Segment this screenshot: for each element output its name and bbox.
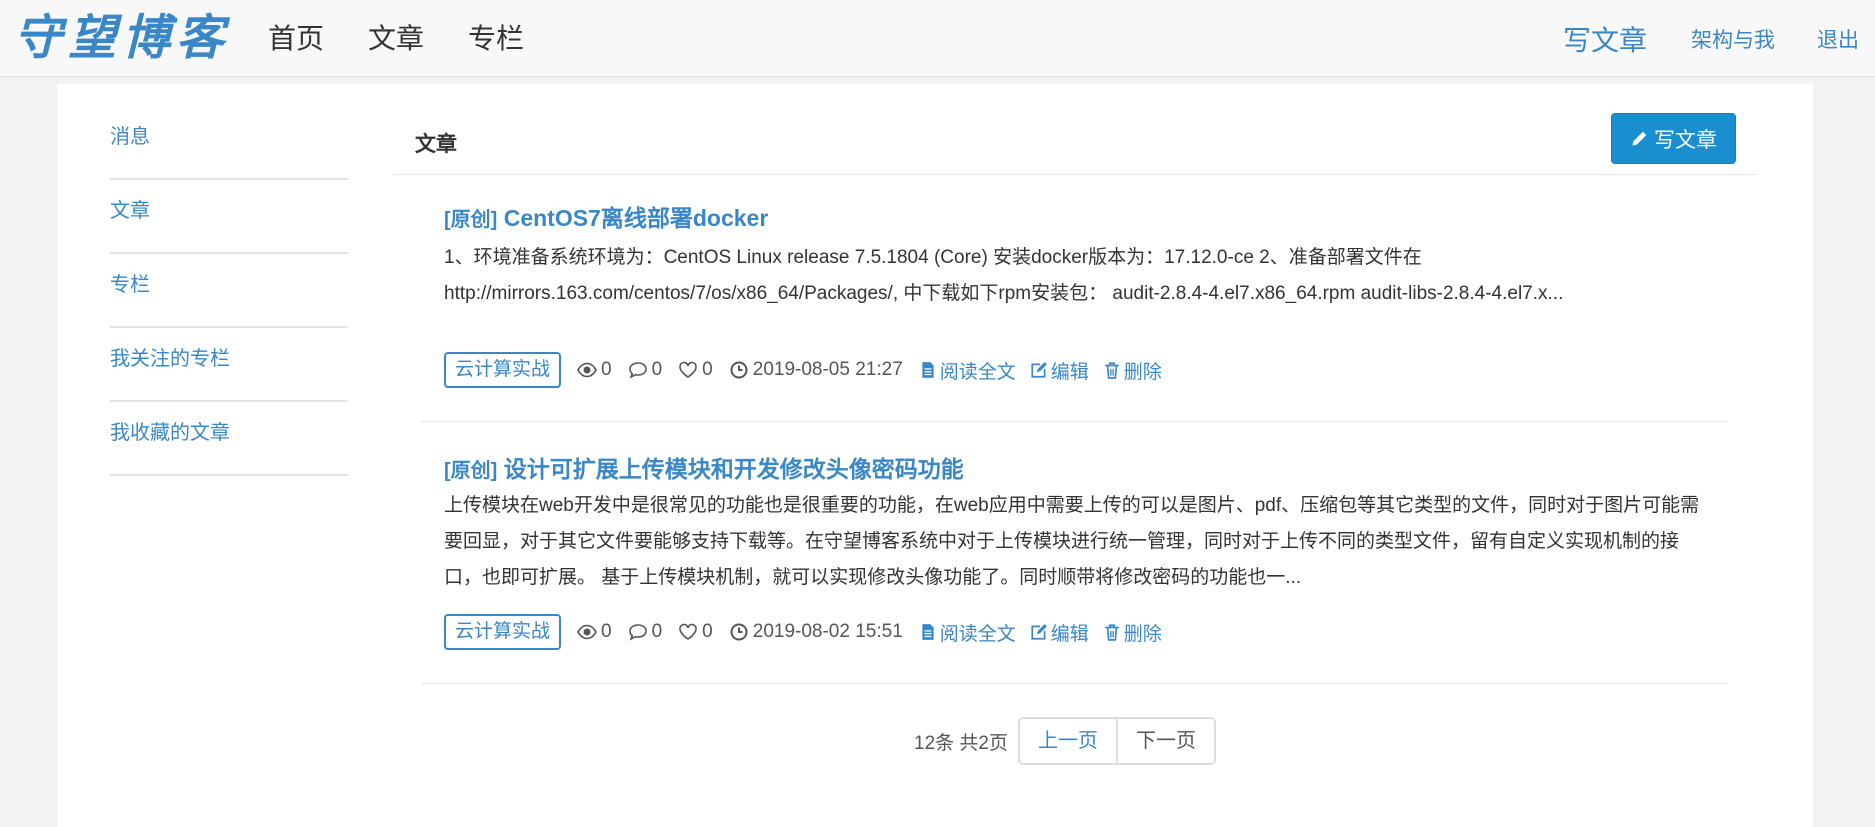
main-header: 文章 写文章: [393, 84, 1757, 175]
clock-icon: [730, 623, 748, 641]
nav-columns[interactable]: 专栏: [446, 0, 546, 77]
nav-user-profile[interactable]: 架构与我: [1691, 24, 1775, 54]
eye-icon: [577, 624, 597, 640]
view-count: 0: [577, 621, 612, 643]
article-title: 设计可扩展上传模块和开发修改头像密码功能: [503, 456, 964, 482]
content-panel: 消息 文章 专栏 我关注的专栏 我收藏的文章 文章 写文章 [原创] CentO…: [57, 84, 1813, 827]
read-full-link[interactable]: 阅读全文: [919, 619, 1016, 646]
top-navbar: 守望博客 首页 文章 专栏 写文章 架构与我 退出: [0, 0, 1875, 77]
column-tag[interactable]: 云计算实战: [444, 352, 562, 388]
sidebar-item-articles[interactable]: 文章: [110, 180, 348, 254]
document-icon: [922, 624, 934, 640]
delete-link[interactable]: 删除: [1103, 357, 1162, 384]
comment-icon: [628, 624, 647, 641]
comment-count: 0: [628, 621, 662, 643]
brand-logo[interactable]: 守望博客: [14, 8, 230, 68]
sidebar-item-favorite-articles[interactable]: 我收藏的文章: [110, 402, 348, 476]
edit-link[interactable]: 编辑: [1030, 357, 1089, 384]
article-item: [原创] 设计可扩展上传模块和开发修改头像密码功能 上传模块在web开发中是很常…: [421, 422, 1728, 684]
write-article-label: 写文章: [1654, 128, 1717, 152]
comment-icon: [628, 362, 647, 379]
document-icon: [922, 362, 934, 378]
nav-articles[interactable]: 文章: [346, 0, 446, 77]
publish-time: 2019-08-05 21:27: [729, 359, 903, 381]
read-full-link[interactable]: 阅读全文: [919, 357, 1016, 384]
original-badge: [原创]: [444, 209, 498, 231]
article-meta: 云计算实战 0 0 0 2019-08-02 15:51 阅读全文 编辑 删除: [444, 614, 1176, 650]
article-item: [原创] CentOS7离线部署docker 1、环境准备系统环境为：CentO…: [421, 175, 1728, 422]
sidebar-item-followed-columns[interactable]: 我关注的专栏: [110, 328, 348, 402]
nav-logout[interactable]: 退出: [1817, 24, 1859, 54]
article-meta: 云计算实战 0 0 0 2019-08-05 21:27 阅读全文 编辑 删除: [444, 352, 1176, 388]
edit-icon: [1031, 362, 1047, 378]
like-count: 0: [678, 621, 713, 643]
sidebar-item-columns[interactable]: 专栏: [110, 254, 348, 328]
edit-icon: [1031, 624, 1047, 640]
nav-write-article[interactable]: 写文章: [1563, 19, 1647, 59]
article-summary: 1、环境准备系统环境为：CentOS Linux release 7.5.180…: [444, 247, 1564, 304]
column-tag[interactable]: 云计算实战: [444, 614, 562, 650]
edit-link[interactable]: 编辑: [1030, 619, 1089, 646]
like-count: 0: [678, 359, 713, 381]
pagination: 12条 共2页 上一页 下一页: [393, 717, 1757, 765]
article-title-link[interactable]: [原创] CentOS7离线部署docker: [444, 199, 768, 233]
comment-count: 0: [628, 359, 662, 381]
sidebar-item-messages[interactable]: 消息: [110, 106, 348, 180]
eye-icon: [577, 362, 597, 378]
nav-home[interactable]: 首页: [246, 0, 346, 77]
original-badge: [原创]: [444, 460, 498, 482]
page-title: 文章: [415, 133, 457, 156]
user-nav: 写文章 架构与我 退出: [1563, 0, 1875, 77]
prev-page-button[interactable]: 上一页: [1017, 717, 1117, 765]
sidebar: 消息 文章 专栏 我关注的专栏 我收藏的文章: [110, 106, 348, 476]
article-title-link[interactable]: [原创] 设计可扩展上传模块和开发修改头像密码功能: [444, 450, 964, 484]
next-page-button[interactable]: 下一页: [1116, 717, 1216, 765]
trash-icon: [1105, 362, 1119, 379]
publish-time: 2019-08-02 15:51: [729, 621, 903, 643]
trash-icon: [1105, 624, 1119, 641]
main-nav: 首页 文章 专栏: [246, 0, 546, 77]
main-content: 文章 写文章 [原创] CentOS7离线部署docker 1、环境准备系统环境…: [393, 84, 1757, 765]
article-title: CentOS7离线部署docker: [503, 205, 769, 231]
view-count: 0: [577, 359, 612, 381]
clock-icon: [730, 361, 748, 379]
article-summary: 上传模块在web开发中是很常见的功能也是很重要的功能，在web应用中需要上传的可…: [444, 495, 1700, 588]
heart-icon: [679, 623, 697, 640]
pencil-icon: [1632, 131, 1647, 146]
heart-icon: [679, 361, 697, 378]
delete-link[interactable]: 删除: [1103, 619, 1162, 646]
write-article-button[interactable]: 写文章: [1611, 113, 1736, 164]
pagination-info: 12条 共2页: [914, 732, 1008, 754]
